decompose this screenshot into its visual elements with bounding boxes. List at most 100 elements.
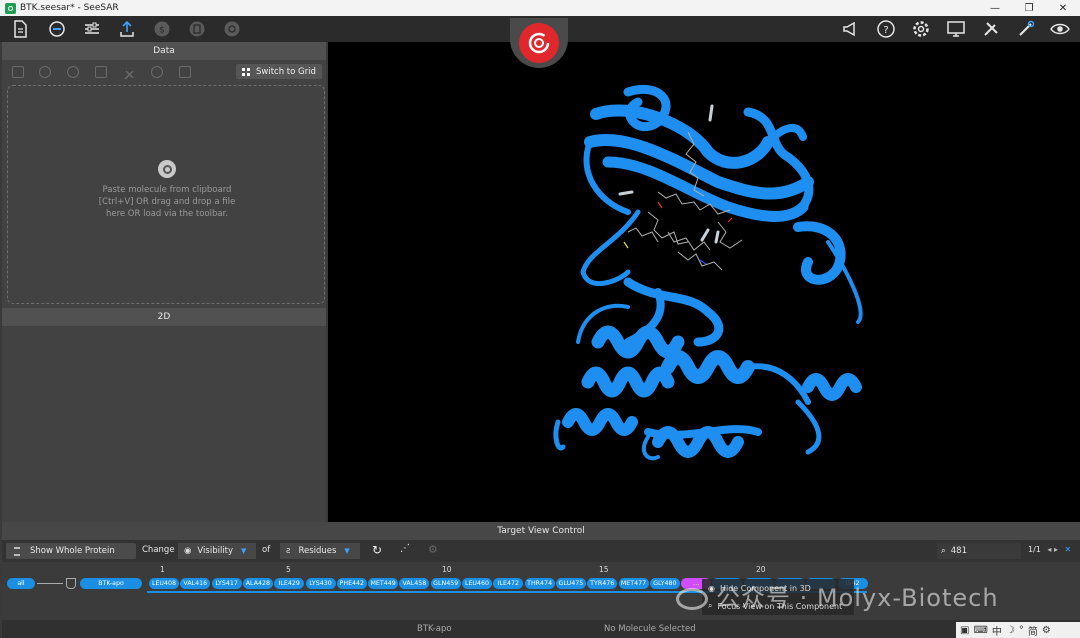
tools-small-icon[interactable] [123,66,135,80]
residue-chip[interactable]: THR474 [524,578,555,589]
chain-button[interactable]: BTK-apo [80,578,142,589]
residue-chip[interactable]: MET477 [618,578,649,589]
target-view-toolbar: Show Whole Protein Change ◉ Visibility ▼… [2,540,1080,562]
change-label: Change [142,545,175,555]
scatter-icon[interactable]: ⋰ [400,543,410,554]
calculator-icon[interactable] [12,66,24,78]
seesar-logo-icon [519,23,559,63]
system-tray: ▣ ⌨ 中 ☽ ° 简 ⚙ [956,622,1080,638]
residue-chip[interactable]: LYS430 [305,578,336,589]
title-bar: BTK.seesar* - SeeSAR — ❐ ✕ [0,0,1080,16]
window-title: BTK.seesar* - SeeSAR [20,3,119,13]
eye-small-icon: ◉ [184,546,192,556]
close-search-icon[interactable]: ✕ [1065,545,1072,554]
visibility-icon[interactable] [67,66,79,78]
molecule-load-icon [158,160,176,178]
residue-chip[interactable]: VAL458 [399,578,430,589]
molecule-dropzone[interactable]: Paste molecule from clipboard [Ctrl+V] O… [7,85,325,304]
protein-ribbon [553,84,863,461]
sliders-icon[interactable] [82,19,102,39]
compass-icon[interactable] [47,19,67,39]
file-icon[interactable] [10,19,30,39]
target-icon[interactable] [222,19,242,39]
residue-search-field[interactable]: ⌕ 481 [937,543,1021,559]
export-icon[interactable] [117,19,137,39]
simplified-icon[interactable]: 简 [1028,623,1038,638]
wrench-icon[interactable] [1016,19,1036,39]
close-button[interactable]: ✕ [1046,0,1080,16]
residue-chip[interactable]: ILE472 [493,578,524,589]
residue-search-value: 481 [950,546,967,556]
residue-chip[interactable]: LEU460 [462,578,492,589]
wechat-icon [676,588,708,610]
ime-icon[interactable]: ▣ [960,625,969,636]
tools-icon[interactable] [981,19,1001,39]
residue-chip[interactable]: VAL416 [180,578,211,589]
moon-icon[interactable]: ☽ [1006,625,1015,636]
settings-disabled-icon[interactable]: ⚙ [428,543,438,556]
visibility-dropdown[interactable]: ◉ Visibility ▼ [178,543,256,559]
switch-to-grid-button[interactable]: Switch to Grid [236,64,322,79]
status-bar: BTK-apo No Molecule Selected [2,620,1080,638]
seq-number: 15 [599,565,609,574]
residue-chip[interactable]: GLN459 [430,578,461,589]
settings-icon[interactable] [911,19,931,39]
svg-text:?: ? [883,25,888,36]
help-icon[interactable]: ? [876,19,896,39]
settings-tray-icon[interactable]: ⚙ [1042,625,1051,636]
monitor-icon[interactable] [946,19,966,39]
seq-number: 5 [286,565,291,574]
list-icon [14,546,20,556]
target-view-header: Target View Control [2,522,1080,540]
residue-chip[interactable]: PHE442 [336,578,367,589]
eye-icon[interactable] [1050,19,1070,39]
watermark-text: 公众号 · Molyx-Biotech [716,584,999,612]
all-chains-button[interactable]: all [7,578,35,589]
chinese-input-icon[interactable]: 中 [992,623,1002,638]
dropzone-instructions: Paste molecule from clipboard [Ctrl+V] O… [98,185,236,219]
seq-number: 1 [160,565,165,574]
minimize-button[interactable]: — [978,0,1012,16]
switch-to-grid-label: Switch to Grid [256,66,316,77]
status-molecule: No Molecule Selected [604,624,696,634]
prev-arrow-icon[interactable]: ◂ [1047,545,1051,554]
seq-number: 10 [442,565,452,574]
2d-panel-header: 2D [2,308,326,326]
seq-number: 20 [756,565,766,574]
data-panel-header: Data [2,42,326,60]
3d-viewer[interactable] [328,42,1080,522]
search-pager: 1/1 ◂ ▸ ✕ [1028,545,1071,554]
next-arrow-icon[interactable]: ▸ [1054,545,1058,554]
chevron-down-icon: ▼ [241,547,247,555]
dollar-icon[interactable]: $ [152,19,172,39]
residue-chip[interactable]: MET449 [368,578,399,589]
status-target: BTK-apo [417,624,452,634]
residue-chip[interactable]: TYR476 [587,578,618,589]
svg-text:$: $ [159,26,165,36]
reset-icon[interactable]: ↻ [372,543,382,557]
remove-icon[interactable] [39,66,51,78]
clipboard-icon[interactable] [187,19,207,39]
visibility-dropdown-label: Visibility [197,546,234,556]
maximize-button[interactable]: ❐ [1012,0,1046,16]
show-whole-protein-button[interactable]: Show Whole Protein [6,543,136,559]
window-controls: — ❐ ✕ [978,0,1080,16]
megaphone-icon[interactable] [841,19,861,39]
trash-icon[interactable] [179,66,191,78]
residue-chip[interactable]: GLU475 [555,578,586,589]
residue-chip[interactable]: LEU408 [149,578,179,589]
residues-dropdown[interactable]: ƨ Residues ▼ [280,543,360,559]
residue-chip[interactable]: ALA428 [242,578,273,589]
star-icon[interactable] [151,66,163,78]
pager-count: 1/1 [1028,545,1041,554]
save-icon[interactable] [95,66,107,78]
of-label: of [262,545,271,555]
keyboard-icon[interactable]: ⌨ [973,625,987,636]
residue-icon: ƨ [286,546,291,556]
search-icon: ⌕ [941,546,946,556]
residue-chip[interactable]: ILE429 [274,578,305,589]
grid-icon [242,67,250,76]
residue-chip[interactable]: LYS417 [211,578,242,589]
shield-icon[interactable] [66,578,76,589]
punctuation-icon[interactable]: ° [1019,625,1024,636]
